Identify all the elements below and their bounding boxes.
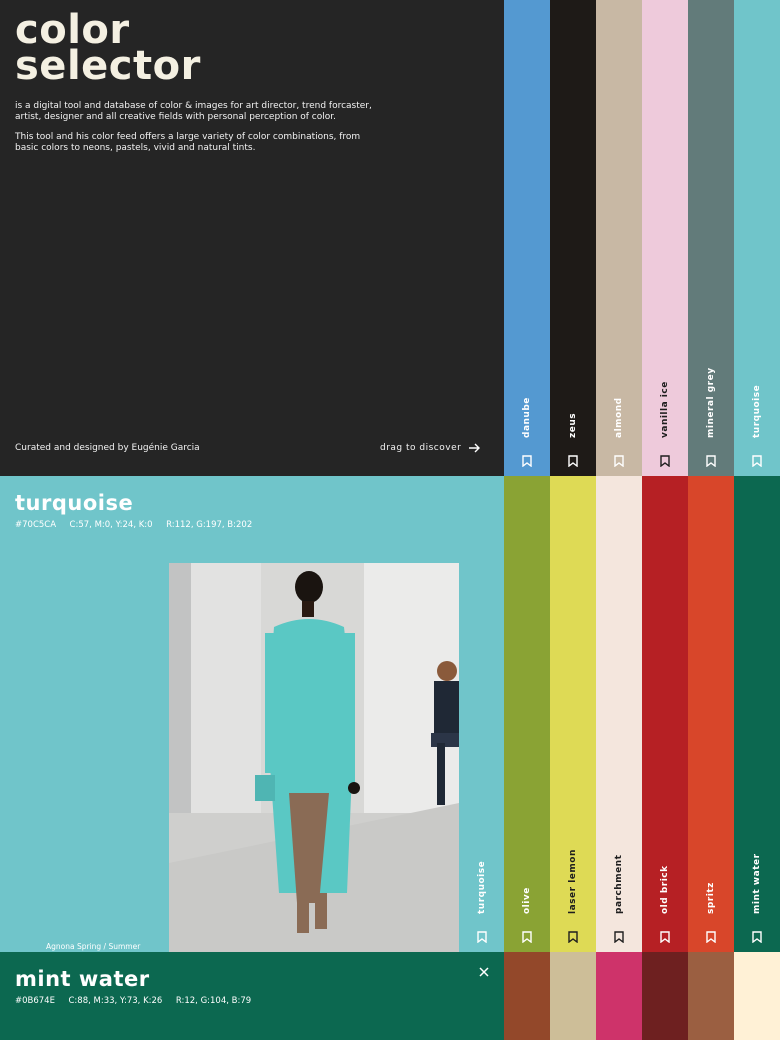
color-strip[interactable]: parchment (596, 476, 642, 952)
color-strip[interactable]: spritz (688, 476, 734, 952)
strip-label: mineral grey (706, 367, 716, 438)
strip-label: vanilla ice (660, 381, 670, 438)
close-icon[interactable] (478, 966, 490, 978)
strip-label: zeus (568, 412, 578, 438)
title-line-2: selector (15, 43, 201, 89)
color-codes: #70C5CA C:57, M:0, Y:24, K:0 R:112, G:19… (15, 520, 252, 530)
color-strip[interactable] (504, 952, 550, 1040)
color-strip[interactable]: old brick (642, 476, 688, 952)
runway-photo (169, 563, 459, 952)
color-strip[interactable]: mineral grey (688, 0, 734, 476)
color-strip[interactable] (688, 952, 734, 1040)
bookmark-icon[interactable] (660, 452, 670, 468)
strip-label: turquoise (476, 860, 487, 914)
strip-label: danube (522, 397, 532, 438)
bookmark-icon[interactable] (568, 452, 578, 468)
color-strip[interactable]: mint water (734, 476, 780, 952)
rgb-code: R:112, G:197, B:202 (166, 520, 253, 530)
bookmark-icon[interactable] (614, 928, 624, 944)
hex-code: #70C5CA (15, 520, 57, 530)
bookmark-icon[interactable] (706, 452, 716, 468)
intro-paragraph-2: This tool and his color feed offers a la… (15, 132, 361, 153)
drag-to-discover-button[interactable]: drag to discover (380, 443, 481, 453)
color-strip[interactable] (596, 952, 642, 1040)
bookmark-icon[interactable] (752, 452, 762, 468)
color-strip[interactable]: laser lemon (550, 476, 596, 952)
bookmark-icon[interactable] (522, 452, 532, 468)
bookmark-icon[interactable] (614, 452, 624, 468)
panel-color-name-2: mint water (15, 967, 150, 991)
strip-label: mint water (752, 853, 762, 914)
color-strip[interactable]: olive (504, 476, 550, 952)
cmyk-code-2: C:88, M:33, Y:73, K:26 (68, 996, 163, 1006)
bookmark-icon[interactable] (568, 928, 578, 944)
drag-label: drag to discover (380, 443, 462, 453)
rgb-code-2: R:12, G:104, B:79 (175, 996, 252, 1006)
bookmark-icon[interactable] (660, 928, 670, 944)
bookmark-icon[interactable] (752, 928, 762, 944)
color-strip[interactable]: zeus (550, 0, 596, 476)
color-codes-2: #0B674E C:88, M:33, Y:73, K:26 R:12, G:1… (15, 996, 251, 1006)
hero-section: color selector is a digital tool and dat… (0, 0, 504, 476)
bookmark-icon[interactable] (522, 928, 532, 944)
color-strip[interactable]: danube (504, 0, 550, 476)
color-strip[interactable]: turquoise (734, 0, 780, 476)
cmyk-code: C:57, M:0, Y:24, K:0 (69, 520, 153, 530)
color-strip[interactable]: almond (596, 0, 642, 476)
strip-label: laser lemon (568, 849, 578, 914)
color-detail-panel-2: mint water #0B674E C:88, M:33, Y:73, K:2… (0, 952, 504, 1040)
strip-label: parchment (614, 854, 624, 914)
photo-caption: Agnona Spring / Summer (46, 942, 141, 951)
strip-label: spritz (706, 882, 716, 914)
bookmark-icon[interactable] (477, 928, 487, 944)
color-strip[interactable] (642, 952, 688, 1040)
bookmark-icon[interactable] (706, 928, 716, 944)
intro-paragraph: is a digital tool and database of color … (15, 101, 372, 122)
strip-label: old brick (660, 865, 670, 914)
panel-side-strip[interactable]: turquoise (459, 476, 504, 952)
app-title: color selector (15, 10, 201, 86)
strip-label: olive (522, 887, 532, 914)
color-strip[interactable] (734, 952, 780, 1040)
color-strip[interactable] (550, 952, 596, 1040)
strip-label: almond (614, 397, 624, 438)
strip-label: turquoise (752, 384, 762, 438)
panel-color-name: turquoise (15, 491, 134, 515)
color-strip[interactable]: vanilla ice (642, 0, 688, 476)
hex-code-2: #0B674E (15, 996, 55, 1006)
arrow-right-icon (469, 443, 481, 453)
credit-text: Curated and designed by Eugénie Garcia (15, 443, 200, 453)
